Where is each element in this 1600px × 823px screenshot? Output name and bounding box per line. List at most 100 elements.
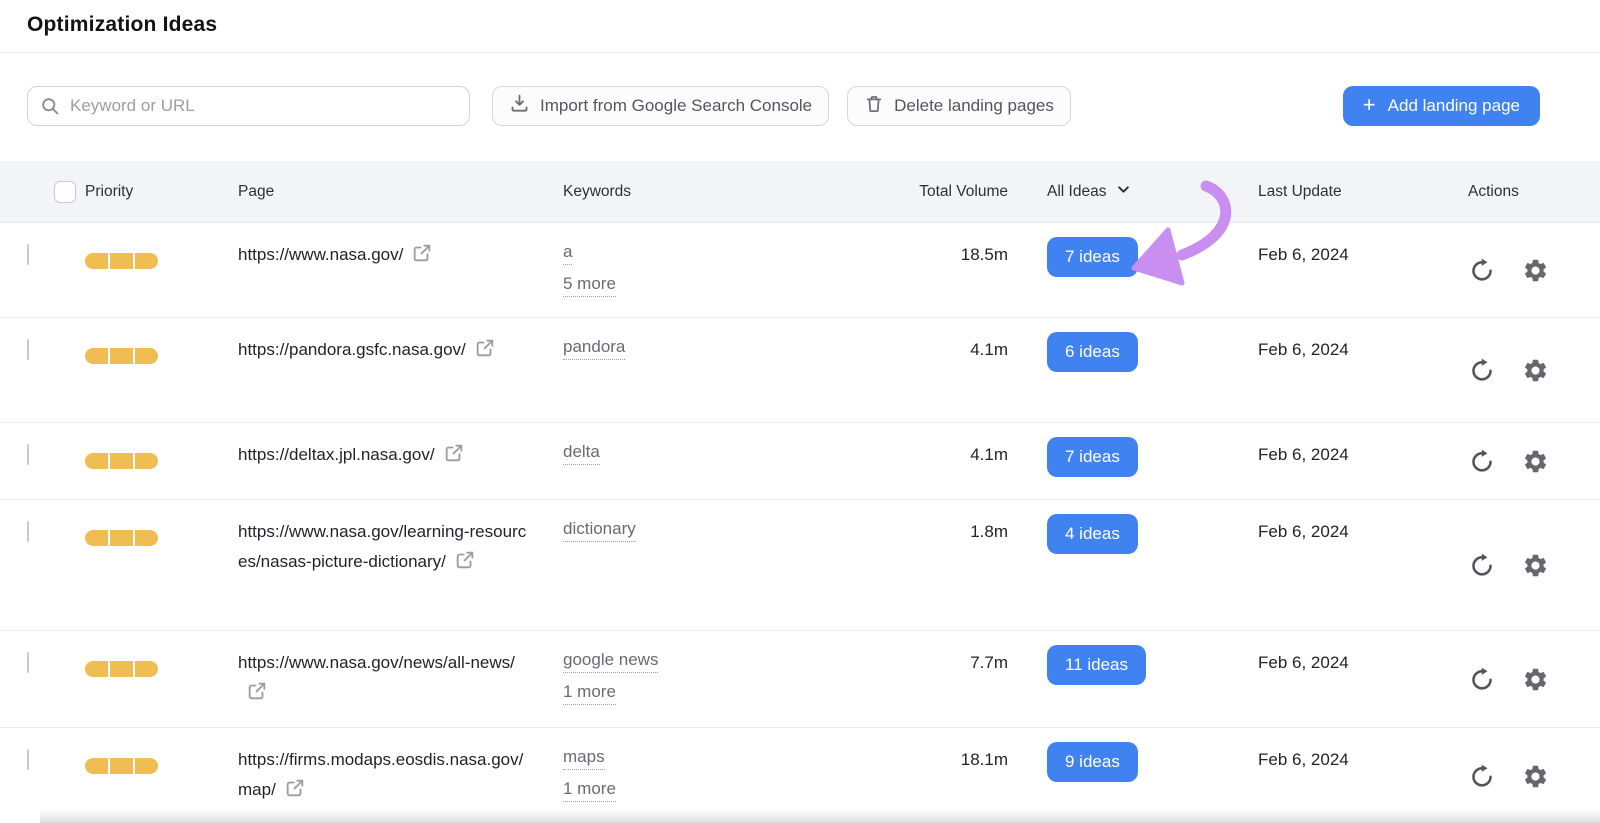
table-row: https://www.nasa.gov/news/all-news/ goog… <box>0 631 1600 728</box>
priority-indicator <box>85 530 158 546</box>
row-checkbox[interactable] <box>27 652 29 673</box>
page-header: Optimization Ideas <box>0 0 1600 52</box>
ideas-button[interactable]: 7 ideas <box>1047 437 1138 477</box>
page-url: https://pandora.gsfc.nasa.gov/ <box>238 340 466 359</box>
toolbar: Import from Google Search Console Delete… <box>27 86 1540 126</box>
all-ideas-filter[interactable]: All Ideas <box>1047 182 1131 202</box>
keyword-link[interactable]: maps <box>563 745 605 770</box>
trash-icon <box>864 94 884 119</box>
gear-icon[interactable] <box>1522 257 1549 284</box>
last-update-value: Feb 6, 2024 <box>1258 631 1462 693</box>
delete-landing-pages-label: Delete landing pages <box>894 96 1054 116</box>
refresh-icon[interactable] <box>1468 665 1496 693</box>
page-title: Optimization Ideas <box>27 13 1573 37</box>
keyword-link[interactable]: dictionary <box>563 517 636 542</box>
keyword-link[interactable]: delta <box>563 440 600 465</box>
gear-icon[interactable] <box>1522 552 1549 579</box>
row-checkbox[interactable] <box>27 521 29 542</box>
page-url: https://www.nasa.gov/learning-resources/… <box>238 522 526 571</box>
gear-icon[interactable] <box>1522 763 1549 790</box>
table-body: https://www.nasa.gov/ a 5 more 18.5m 7 id… <box>0 223 1600 823</box>
column-total-volume: Total Volume <box>900 183 1008 201</box>
table-row: https://www.nasa.gov/ a 5 more 18.5m 7 id… <box>0 223 1600 318</box>
plus-icon: + <box>1363 94 1376 116</box>
row-checkbox[interactable] <box>27 444 29 465</box>
page-url: https://www.nasa.gov/news/all-news/ <box>238 653 515 672</box>
external-link-icon[interactable] <box>454 549 476 581</box>
column-keywords: Keywords <box>563 183 900 201</box>
external-link-icon[interactable] <box>443 442 465 474</box>
priority-indicator <box>85 453 158 469</box>
ideas-button[interactable]: 11 ideas <box>1047 645 1146 685</box>
table-row: https://www.nasa.gov/learning-resources/… <box>0 500 1600 631</box>
ideas-button[interactable]: 7 ideas <box>1047 237 1138 277</box>
column-actions: Actions <box>1462 183 1600 201</box>
row-checkbox[interactable] <box>27 749 29 770</box>
ideas-button[interactable]: 9 ideas <box>1047 742 1138 782</box>
download-icon <box>509 93 530 119</box>
add-landing-page-button[interactable]: + Add landing page <box>1343 86 1540 126</box>
refresh-icon[interactable] <box>1468 356 1496 384</box>
table-row: https://deltax.jpl.nasa.gov/ delta 4.1m … <box>0 423 1600 500</box>
row-checkbox[interactable] <box>27 244 29 265</box>
ideas-button[interactable]: 4 ideas <box>1047 514 1138 554</box>
refresh-icon[interactable] <box>1468 762 1496 790</box>
external-link-icon[interactable] <box>246 680 268 712</box>
total-volume-value: 7.7m <box>900 631 1008 693</box>
gear-icon[interactable] <box>1522 666 1549 693</box>
total-volume-value: 1.8m <box>900 500 1008 562</box>
page-url: https://firms.modaps.eosdis.nasa.gov/map… <box>238 750 523 799</box>
search-box <box>27 86 470 126</box>
column-page: Page <box>238 183 563 201</box>
total-volume-value: 4.1m <box>900 423 1008 485</box>
gear-icon[interactable] <box>1522 448 1549 475</box>
priority-indicator <box>85 253 158 269</box>
last-update-value: Feb 6, 2024 <box>1258 728 1462 790</box>
page-url: https://deltax.jpl.nasa.gov/ <box>238 445 435 464</box>
more-keywords-link[interactable]: 5 more <box>563 272 616 297</box>
external-link-icon[interactable] <box>411 242 433 274</box>
priority-indicator <box>85 661 158 677</box>
refresh-icon[interactable] <box>1468 447 1496 475</box>
last-update-value: Feb 6, 2024 <box>1258 500 1462 562</box>
priority-indicator <box>85 758 158 774</box>
all-ideas-label: All Ideas <box>1047 183 1106 201</box>
last-update-value: Feb 6, 2024 <box>1258 223 1462 285</box>
column-priority: Priority <box>85 183 238 201</box>
more-keywords-link[interactable]: 1 more <box>563 680 616 705</box>
external-link-icon[interactable] <box>284 777 306 809</box>
table-row: https://pandora.gsfc.nasa.gov/ pandora 4… <box>0 318 1600 423</box>
search-input[interactable] <box>27 86 470 126</box>
keyword-link[interactable]: a <box>563 240 572 265</box>
table-header-row: Priority Page Keywords Total Volume All … <box>0 161 1600 223</box>
gear-icon[interactable] <box>1522 357 1549 384</box>
delete-landing-pages-button[interactable]: Delete landing pages <box>847 86 1071 126</box>
column-last-update: Last Update <box>1258 183 1462 201</box>
bottom-edge-shadow <box>40 810 1600 823</box>
landing-pages-table: Priority Page Keywords Total Volume All … <box>0 161 1600 823</box>
refresh-icon[interactable] <box>1468 256 1496 284</box>
more-keywords-link[interactable]: 1 more <box>563 777 616 802</box>
ideas-button[interactable]: 6 ideas <box>1047 332 1138 372</box>
priority-indicator <box>85 348 158 364</box>
row-checkbox[interactable] <box>27 339 29 360</box>
header-divider <box>0 52 1600 53</box>
last-update-value: Feb 6, 2024 <box>1258 423 1462 485</box>
external-link-icon[interactable] <box>474 337 496 369</box>
chevron-down-icon <box>1116 182 1131 202</box>
import-gsc-label: Import from Google Search Console <box>540 96 812 116</box>
optimization-ideas-page: Optimization Ideas Import from Google Se… <box>0 0 1600 823</box>
total-volume-value: 18.1m <box>900 728 1008 790</box>
select-all-checkbox[interactable] <box>54 181 76 203</box>
total-volume-value: 4.1m <box>900 318 1008 380</box>
last-update-value: Feb 6, 2024 <box>1258 318 1462 380</box>
search-icon <box>40 96 60 121</box>
import-gsc-button[interactable]: Import from Google Search Console <box>492 86 829 126</box>
page-url: https://www.nasa.gov/ <box>238 245 403 264</box>
add-landing-page-label: Add landing page <box>1388 96 1520 116</box>
table-row: https://firms.modaps.eosdis.nasa.gov/map… <box>0 728 1600 823</box>
total-volume-value: 18.5m <box>900 223 1008 285</box>
keyword-link[interactable]: google news <box>563 648 658 673</box>
refresh-icon[interactable] <box>1468 551 1496 579</box>
keyword-link[interactable]: pandora <box>563 335 625 360</box>
